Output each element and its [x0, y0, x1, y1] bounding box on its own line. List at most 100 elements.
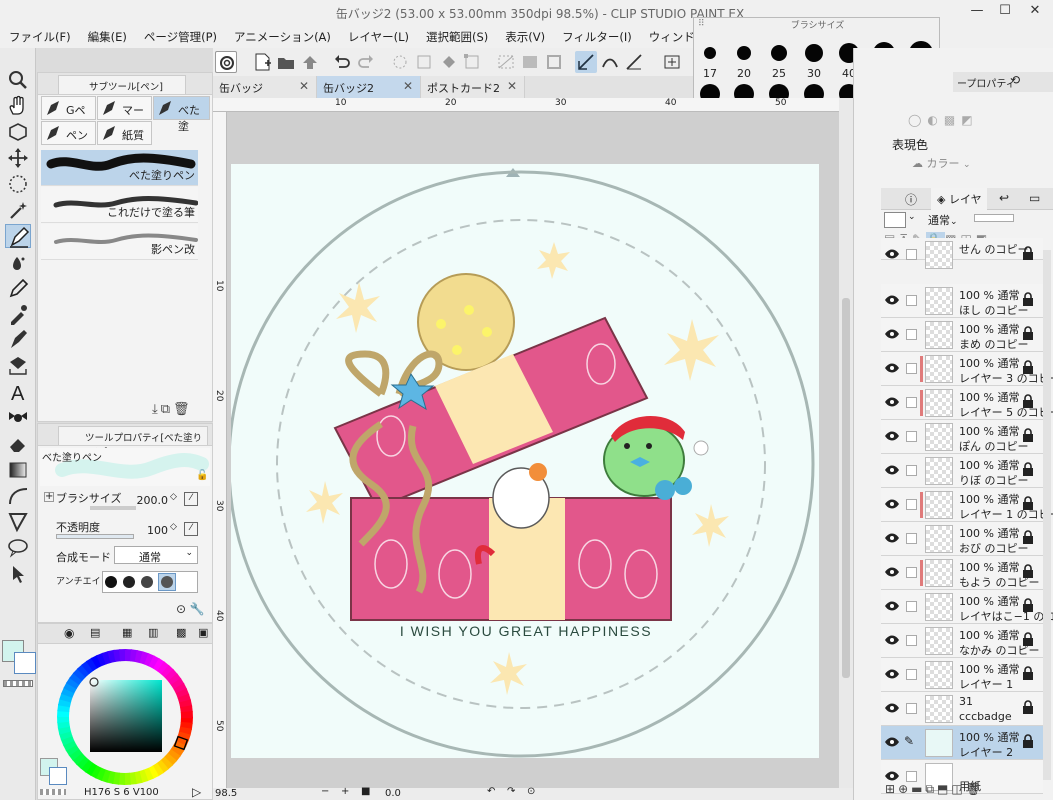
mask-add-icon[interactable]: ◫ [951, 782, 965, 796]
lock-icon[interactable] [1022, 326, 1034, 340]
redo-icon[interactable] [355, 51, 377, 73]
lock-icon[interactable]: 🔓 [196, 470, 208, 481]
lock-icon[interactable] [1022, 564, 1034, 578]
gradient-tool-icon[interactable] [5, 458, 31, 482]
pressure-icon[interactable]: ⁄ [184, 492, 198, 506]
wrench-icon[interactable]: 🔧 [190, 602, 205, 616]
tool-property-tab[interactable]: ツールプロパティ[べた塗りペン] [58, 426, 208, 458]
sub-tool-tab[interactable]: サブツール[ペン] [58, 75, 186, 94]
invert-selection-icon[interactable] [519, 51, 541, 73]
pencil-tool-icon[interactable] [5, 276, 31, 300]
layer-checkbox[interactable] [906, 295, 917, 306]
magic-wand-tool-icon[interactable] [5, 198, 31, 222]
zoom-out-icon[interactable]: − [321, 786, 329, 797]
layer-row[interactable]: 100 % 通常 もよう のコピー [881, 556, 1043, 590]
color-wheel[interactable] [52, 644, 198, 790]
layer-row[interactable]: 31 cccbadge [881, 692, 1043, 726]
eye-icon[interactable] [884, 396, 900, 408]
copy-layer-icon[interactable]: ⧉ [925, 782, 937, 796]
eye-icon[interactable] [884, 430, 900, 442]
close-icon[interactable]: ✕ [507, 79, 517, 93]
reset-icon[interactable]: ⊙ [176, 602, 186, 616]
intermediate-tab-icon[interactable]: ▥ [148, 626, 158, 639]
download-icon[interactable]: ⤓ [152, 402, 161, 417]
eye-icon[interactable] [884, 634, 900, 646]
eye-icon[interactable] [884, 770, 900, 782]
eraser-tool-icon[interactable] [5, 432, 31, 456]
new-vector-layer-icon[interactable]: ⊕ [898, 782, 911, 796]
lock-icon[interactable] [1022, 462, 1034, 476]
layer-row[interactable]: 100 % 通常 レイヤー 5 のコピー [881, 386, 1053, 420]
layer-checkbox[interactable] [906, 567, 917, 578]
layer-row[interactable]: 100 % 通常 レイヤー 3 のコピー [881, 352, 1053, 386]
layer-blend-select[interactable]: 通常⌄ [928, 212, 968, 228]
layer-row[interactable]: 100 % 通常 まめ のコピー [881, 318, 1043, 352]
layer-row[interactable]: 100 % 通常レイヤはこ−1 のコピー [881, 590, 1053, 624]
eye-icon[interactable] [884, 600, 900, 612]
menu-animation[interactable]: アニメーション(A) [225, 26, 339, 45]
lock-icon[interactable] [1022, 394, 1034, 408]
move-tool-icon[interactable] [5, 146, 31, 170]
reset-rotation-icon[interactable]: ⊙ [527, 786, 535, 797]
balloon-tool-icon[interactable] [5, 406, 31, 430]
eye-icon[interactable] [884, 702, 900, 714]
layer-row[interactable]: せん のコピー [881, 238, 1043, 269]
history-tab-icon[interactable]: ▣ [198, 626, 208, 639]
doc-tab-3[interactable]: ポストカード2 ✕ [421, 76, 525, 98]
menu-edit[interactable]: 編集(E) [79, 26, 135, 45]
brush-size-option[interactable] [771, 45, 787, 61]
object-tool-icon[interactable] [5, 120, 31, 144]
layer-checkbox[interactable] [906, 465, 917, 476]
lock-icon[interactable] [1022, 598, 1034, 612]
chevron-down-icon[interactable]: ⌄ [908, 212, 916, 222]
eye-icon[interactable] [884, 736, 900, 748]
eye-icon[interactable] [884, 566, 900, 578]
maximize-button[interactable]: ☐ [994, 3, 1016, 23]
undo-icon[interactable] [331, 51, 353, 73]
eye-icon[interactable] [884, 362, 900, 374]
clear-icon[interactable] [389, 51, 411, 73]
lock-icon[interactable] [1022, 292, 1034, 306]
color-slider-tab-icon[interactable]: ▤ [90, 626, 100, 639]
layer-row[interactable]: 100 % 通常 レイヤー 1 [881, 658, 1043, 692]
airbrush-tool-icon[interactable] [5, 250, 31, 274]
doc-tab-1[interactable]: 缶バッジ ✕ [213, 76, 317, 98]
layer-row[interactable]: 100 % 通常 レイヤー 1 のコピー [881, 488, 1053, 522]
layer-checkbox[interactable] [906, 363, 917, 374]
aa-medium-icon[interactable] [141, 576, 153, 588]
trash-icon[interactable]: 🗑 [173, 402, 193, 417]
delete-layer-icon[interactable]: 🗑 [966, 782, 984, 796]
eye-icon[interactable] [884, 248, 900, 260]
zoom-value[interactable]: 98.5 [215, 788, 237, 799]
preset-betanuri-pen[interactable]: べた塗りペン [41, 150, 198, 186]
selection-layer-icon[interactable] [543, 51, 565, 73]
snap-grid-icon[interactable] [623, 51, 645, 73]
layer-row[interactable]: 100 % 通常 ほし のコピー [881, 284, 1043, 318]
rotate-left-icon[interactable]: ↶ [487, 786, 495, 797]
blend-mode-select[interactable]: 通常 ⌄ [114, 546, 198, 564]
frame-tool-icon[interactable] [5, 510, 31, 534]
clip-studio-icon[interactable] [215, 51, 237, 73]
eye-icon[interactable] [884, 498, 900, 510]
sub-color-swatch[interactable] [14, 652, 36, 674]
zoom-in-icon[interactable]: + [341, 786, 349, 797]
eye-icon[interactable] [884, 294, 900, 306]
layer-checkbox[interactable] [906, 771, 917, 782]
lock-icon[interactable] [1022, 734, 1034, 748]
transparent-small-swatch[interactable] [40, 789, 66, 795]
open-folder-icon[interactable] [275, 51, 297, 73]
snap-ruler-icon[interactable] [575, 51, 597, 73]
lock-icon[interactable] [1022, 700, 1034, 714]
layer-color-swatch[interactable] [884, 212, 906, 228]
brush-size-value[interactable]: 200.0 [136, 494, 169, 507]
layer-row[interactable]: 100 % 通常 ぽん のコピー [881, 420, 1043, 454]
brush-size-option[interactable] [805, 44, 823, 62]
opacity-slider[interactable] [56, 534, 134, 539]
expand-icon[interactable]: + [44, 492, 54, 502]
lock-icon[interactable] [1022, 632, 1034, 646]
layer-tab[interactable]: ◈ レイヤ [931, 188, 987, 210]
lock-icon[interactable] [1022, 530, 1034, 544]
brush-size-option[interactable] [737, 46, 751, 60]
expression-color-select[interactable]: ☁ カラー ⌄ [912, 155, 984, 173]
layer-checkbox[interactable] [906, 635, 917, 646]
